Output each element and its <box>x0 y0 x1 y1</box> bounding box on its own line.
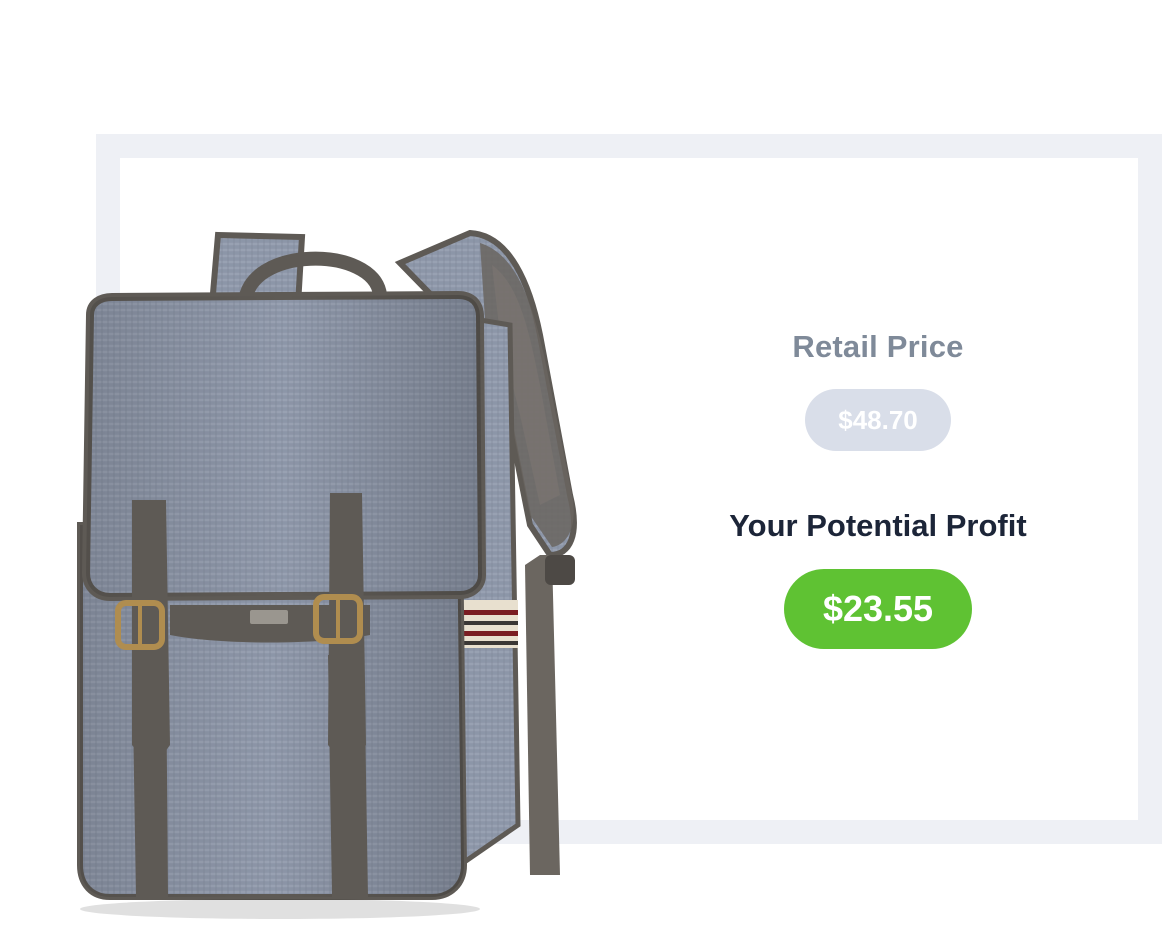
pricing-panel: Retail Price $48.70 Your Potential Profi… <box>690 318 1066 649</box>
promo-card: Retail Price $48.70 Your Potential Profi… <box>0 0 1168 944</box>
backpack-icon <box>77 229 577 919</box>
retail-price-label: Retail Price <box>792 329 964 364</box>
potential-profit-badge: $23.55 <box>784 569 972 649</box>
retail-price-badge: $48.70 <box>805 389 951 451</box>
potential-profit-label: Your Potential Profit <box>729 508 1027 543</box>
